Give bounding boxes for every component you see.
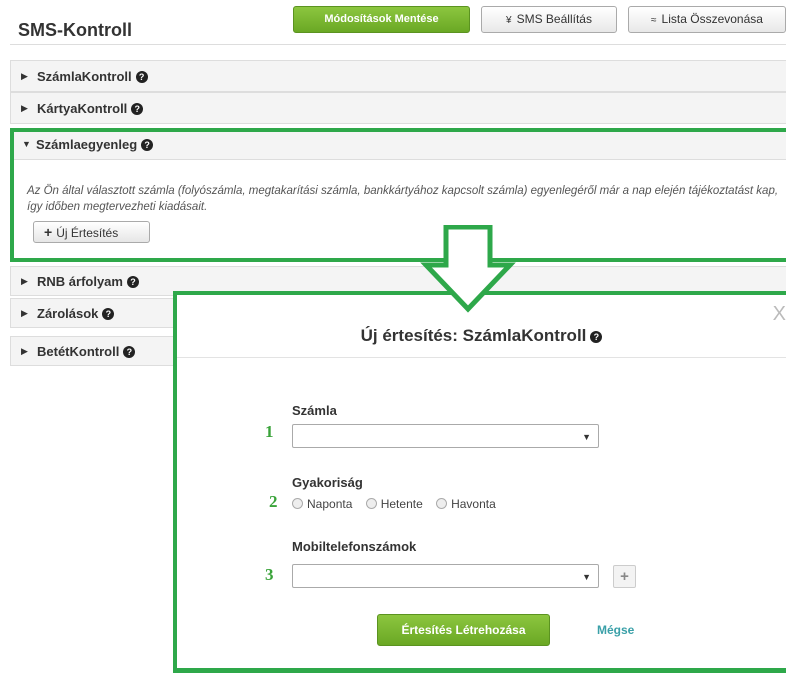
new-alert-label: Új Értesítés <box>56 226 119 240</box>
merge-list-button[interactable]: ≈ Lista Összevonása <box>628 6 786 33</box>
modal-title: Új értesítés: SzámlaKontroll? <box>177 326 786 346</box>
radio-naponta[interactable]: Naponta <box>292 497 352 511</box>
phones-label: Mobiltelefonszámok <box>292 539 417 554</box>
accordion-item-label: SzámlaKontroll <box>37 69 132 84</box>
accordion-item-kartyakontroll[interactable]: ▶ KártyaKontroll? <box>10 92 786 124</box>
chevron-down-icon: ¥ <box>506 15 512 26</box>
question-circle-icon[interactable]: ? <box>141 139 154 151</box>
annotation-number-1: 1 <box>265 422 274 441</box>
radio-havonta[interactable]: Havonta <box>436 497 496 511</box>
merge-list-label: Lista Összevonása <box>661 12 763 26</box>
question-circle-icon[interactable]: ? <box>102 308 115 320</box>
accordion-item-label: Számlaegyenleg <box>36 137 138 152</box>
accordion-item-label: KártyaKontroll <box>37 101 128 116</box>
accordion-item-szamlaegyenleg: ▼ Számlaegyenleg? Az Ön által választott… <box>10 128 786 262</box>
triangle-right-icon: ▶ <box>21 276 28 286</box>
radio-label: Naponta <box>307 497 353 511</box>
accordion-item-szamlakontroll[interactable]: ▶ SzámlaKontroll? <box>10 60 786 92</box>
radio-hetente[interactable]: Hetente <box>365 497 423 511</box>
account-select[interactable]: ▼ <box>292 424 599 448</box>
phones-select[interactable]: ▼ <box>292 564 599 588</box>
plus-icon: + <box>44 224 53 240</box>
add-phone-button[interactable]: + <box>613 565 636 588</box>
close-icon[interactable]: X <box>773 303 786 326</box>
caret-down-icon: ▼ <box>582 432 591 442</box>
radio-label: Havonta <box>451 497 496 511</box>
cancel-link[interactable]: Mégse <box>597 623 634 637</box>
save-changes-button[interactable]: Módosítások Mentése <box>293 6 470 33</box>
create-alert-button[interactable]: Értesítés Létrehozása <box>377 614 550 646</box>
annotation-number-2: 2 <box>269 492 278 511</box>
triangle-right-icon: ▶ <box>21 71 28 81</box>
sms-settings-button[interactable]: ¥ SMS Beállítás <box>481 6 617 33</box>
accordion-description: Az Ön által választott számla (folyószám… <box>27 185 779 213</box>
account-label: Számla <box>292 403 337 418</box>
question-circle-icon[interactable]: ? <box>135 71 148 83</box>
accordion-item-label: BetétKontroll <box>37 344 120 359</box>
frequency-radio-group: Naponta Hetente Havonta <box>292 497 506 511</box>
new-alert-modal: Új értesítés: SzámlaKontroll? X Számla 1… <box>173 291 786 673</box>
question-circle-icon[interactable]: ? <box>126 276 139 288</box>
chevron-up-icon: ≈ <box>651 15 657 26</box>
triangle-right-icon: ▶ <box>21 103 28 113</box>
modal-bottom-border <box>177 668 786 673</box>
sms-settings-label: SMS Beállítás <box>516 12 592 26</box>
frequency-label: Gyakoriság <box>292 475 363 490</box>
caret-down-icon: ▼ <box>582 572 591 582</box>
question-circle-icon[interactable]: ? <box>123 346 136 358</box>
question-circle-icon[interactable]: ? <box>131 103 144 115</box>
modal-title-text: Új értesítés: SzámlaKontroll <box>360 326 587 345</box>
annotation-number-3: 3 <box>265 565 274 584</box>
accordion-item-label: RNB árfolyam <box>37 274 123 289</box>
radio-dot <box>365 498 377 509</box>
header-divider <box>10 44 786 45</box>
new-alert-button[interactable]: + Új Értesítés <box>33 221 150 243</box>
down-arrow-annotation <box>420 225 516 313</box>
accordion-item-zarolasok[interactable]: ▶ Zárolások? <box>10 298 175 328</box>
triangle-down-icon: ▼ <box>22 139 31 149</box>
page-title: SMS-Kontroll <box>18 20 132 40</box>
accordion-item-betetkontroll[interactable]: ▶ BetétKontroll? <box>10 336 175 366</box>
radio-dot <box>436 498 448 509</box>
question-circle-icon[interactable]: ? <box>590 331 603 343</box>
accordion-header-szamlaegyenleg[interactable]: ▼ Számlaegyenleg? <box>14 132 786 160</box>
triangle-right-icon: ▶ <box>21 308 28 318</box>
accordion-item-label: Zárolások <box>37 306 99 321</box>
radio-dot <box>292 498 303 509</box>
radio-label: Hetente <box>380 497 423 511</box>
triangle-right-icon: ▶ <box>21 346 28 356</box>
